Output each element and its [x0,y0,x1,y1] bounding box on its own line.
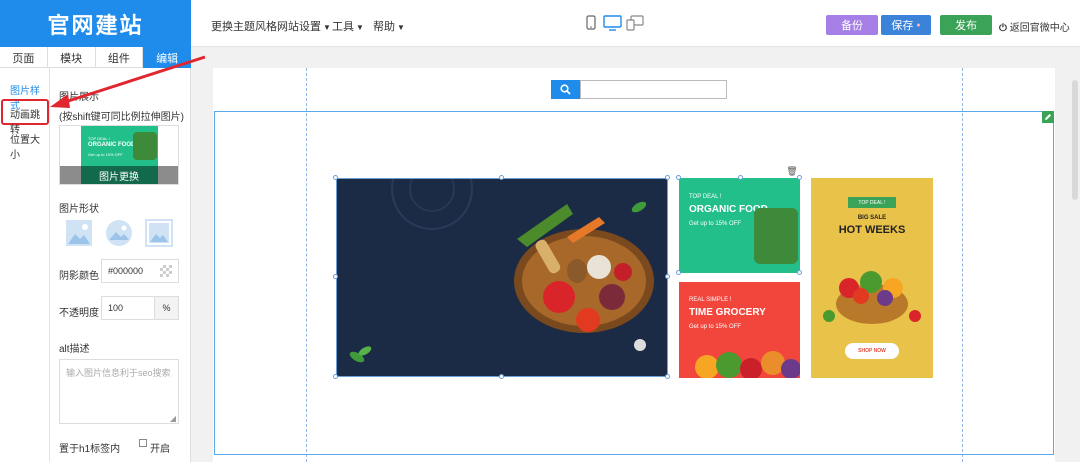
search-input[interactable] [580,80,727,99]
veg-basket-illustration [823,271,921,324]
shift-hint: (按shift键可同比例拉伸图片) [59,112,184,123]
thumb-sub: Get up to 15% OFF [88,152,123,157]
h1-label: 置于h1标签内 [59,444,121,455]
h1-checkbox[interactable] [139,439,147,447]
publish-button[interactable]: 发布 [940,15,992,35]
menu-tools[interactable]: 工具 ▼ [332,18,364,34]
green-banner-sub: Get up to 15% OFF [689,221,742,227]
search-icon [560,84,571,95]
resize-handle[interactable] [665,374,670,379]
shape-square-icon[interactable] [65,219,93,247]
alt-placeholder: 输入图片信息利于seo搜索 [66,368,171,378]
backup-button[interactable]: 备份 [826,15,878,35]
alt-label: alt描述 [59,344,90,355]
shadow-color-input[interactable]: #000000 [101,259,179,283]
dot-icon: ● [916,21,921,29]
mobile-view-icon[interactable] [586,15,596,31]
veg-bag-illustration [754,208,798,264]
tab-page[interactable]: 页面 [0,47,48,68]
tab-module[interactable]: 模块 [48,47,96,68]
tab-edit[interactable]: 编辑 [143,47,191,68]
image-display-label: 图片展示 [59,92,99,103]
hero-banner-image[interactable] [336,178,668,377]
search-button[interactable] [551,80,580,99]
shape-circle-icon[interactable] [105,219,133,247]
back-to-center-label: 返回官微中心 [1009,23,1070,34]
resize-handle[interactable] [676,175,681,180]
opacity-label: 不透明度 [59,308,99,319]
trash-icon[interactable]: 🗑 [786,165,798,177]
resize-handle[interactable] [333,274,338,279]
save-button[interactable]: 保存 ● [881,15,931,35]
resize-handle[interactable] [665,274,670,279]
thumb-veg-bag [133,132,157,160]
menu-help[interactable]: 帮助 ▼ [373,18,405,34]
yellow-banner-badge: TOP DEAL ! [848,197,896,208]
menu-tools-label: 工具 [332,21,354,33]
shadow-color-label: 阴影颜色 [59,271,99,282]
image-preview-frame: TOP DEAL ! ORGANIC FOOD Get up to 15% OF… [59,125,179,185]
multi-device-view-icon[interactable] [626,15,644,31]
resize-handle[interactable] [499,175,504,180]
resize-handle-icon[interactable]: ◢ [170,414,176,423]
scrollbar-thumb[interactable] [1072,80,1078,200]
yellow-banner-title: HOT WEEKS [838,224,906,236]
menu-theme[interactable]: 更换主题风格 [211,18,277,34]
menu-help-label: 帮助 [373,21,395,33]
shop-now-button[interactable]: SHOP NOW [845,343,899,359]
property-panel: 图片展示 (按shift键可同比例拉伸图片) TOP DEAL ! ORGANI… [50,68,191,462]
app-logo: 官网建站 [0,0,191,47]
resize-handle[interactable] [333,175,338,180]
red-banner-sub: Get up to 15% OFF [689,324,742,330]
edit-left-nav: 图片样式 动画跳转 位置大小 [0,68,50,462]
resize-handle[interactable] [797,175,802,180]
nav-position-size[interactable]: 位置大小 [10,131,49,161]
red-banner-title: TIME GROCERY [689,307,766,318]
time-grocery-banner[interactable]: REAL SIMPLE ! TIME GROCERY Get up to 15%… [679,282,800,378]
top-toolbar: 官网建站 更换主题风格 网站设置 ▼ 工具 ▼ 帮助 ▼ 备份 保存 ● 发布 ⏻ 返回… [0,0,1080,47]
opacity-value: 100 [108,303,124,313]
vegetable-basket-illustration [349,179,654,363]
organic-food-banner[interactable]: TOP DEAL ! ORGANIC FOOD Get up to 15% OF… [679,178,800,273]
edit-module-button[interactable] [1042,111,1054,123]
thumb-title: ORGANIC FOOD [88,142,136,148]
opacity-unit: % [154,297,178,319]
resize-handle[interactable] [333,374,338,379]
resize-handle[interactable] [676,270,681,275]
resize-handle[interactable] [665,175,670,180]
resize-handle[interactable] [797,270,802,275]
resize-handle[interactable] [499,374,504,379]
chevron-down-icon: ▼ [323,23,331,32]
chevron-down-icon: ▼ [397,23,405,32]
tab-component[interactable]: 组件 [96,47,144,68]
save-button-label: 保存 [891,20,914,32]
green-banner-small: TOP DEAL ! [689,194,722,200]
shape-bordered-icon[interactable] [145,219,173,247]
color-swatch-icon[interactable] [160,265,172,277]
menu-site-settings[interactable]: 网站设置 ▼ [277,18,331,34]
h1-option-label: 开启 [150,444,170,455]
shadow-color-value: #000000 [108,266,144,276]
hot-weeks-banner[interactable]: TOP DEAL ! BIG SALE HOT WEEKS SHOP NOW [811,178,933,378]
resize-handle[interactable] [738,175,743,180]
opacity-input[interactable]: 100 % [101,296,179,320]
desktop-view-icon[interactable] [603,15,622,31]
sidebar-tabs: 页面 模块 组件 编辑 [0,47,191,68]
shape-label: 图片形状 [59,204,99,215]
menu-site-settings-label: 网站设置 [277,21,321,33]
back-to-center-link[interactable]: ⏻ 返回官微中心 [999,19,1070,34]
yellow-banner-small: BIG SALE [857,215,887,221]
chevron-down-icon: ▼ [356,23,364,32]
alt-textarea[interactable]: 输入图片信息利于seo搜索 ◢ [59,359,179,424]
power-icon: ⏻ [999,23,1007,34]
red-banner-small: REAL SIMPLE ! [689,297,732,303]
pencil-icon [1045,114,1051,120]
vegetables-illustration [695,351,800,378]
replace-image-button[interactable]: 图片更换 [60,166,178,184]
thumb-top-deal: TOP DEAL ! [88,136,110,141]
